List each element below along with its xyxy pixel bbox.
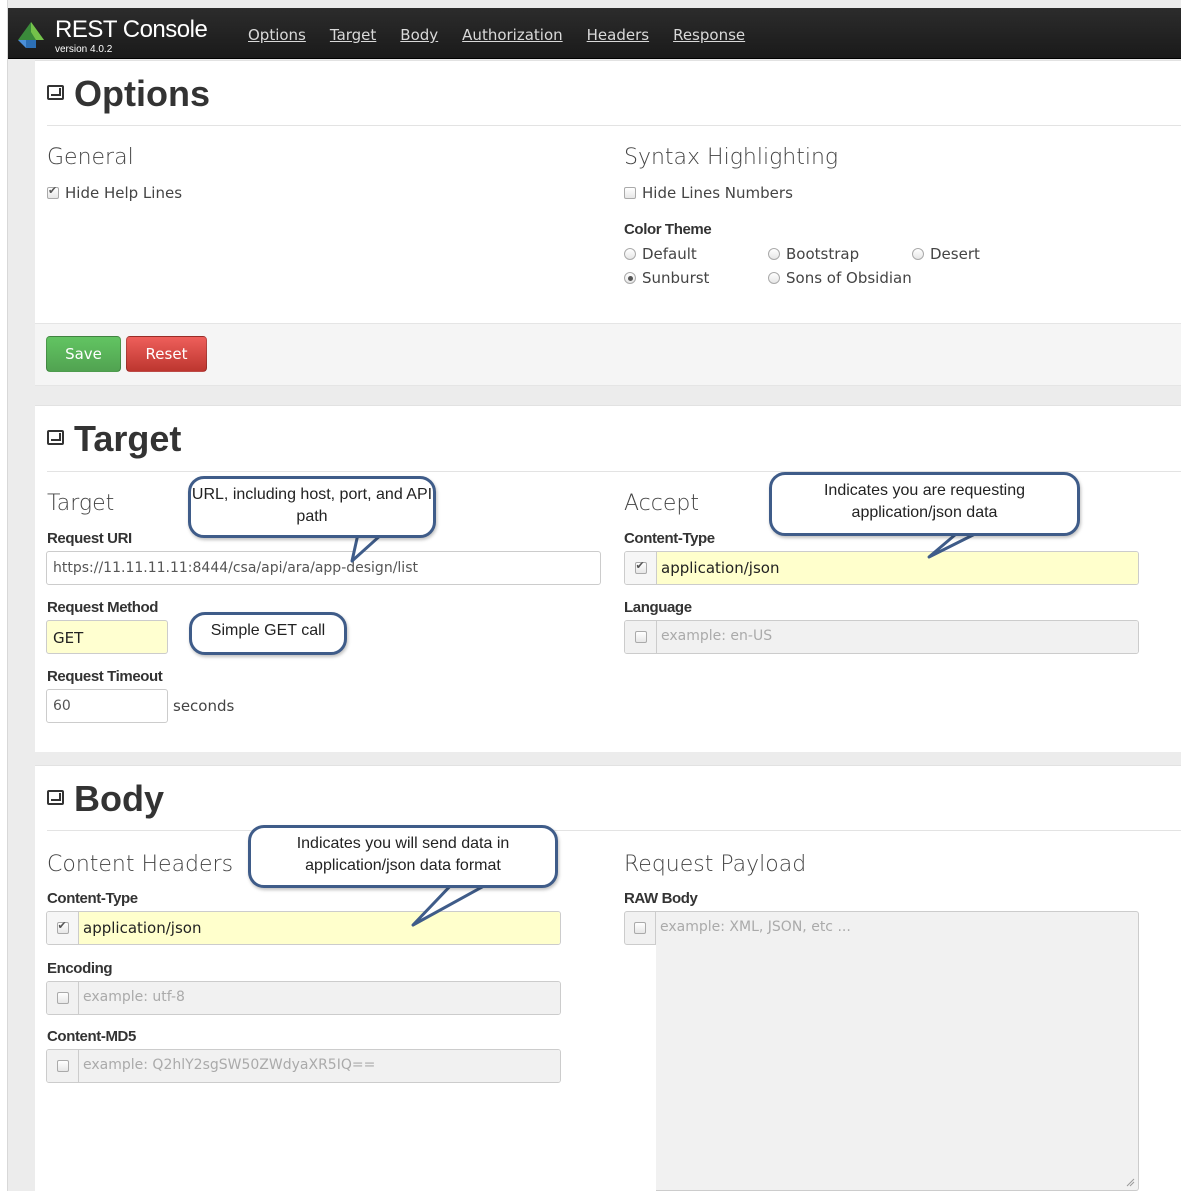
nav-link-target[interactable]: Target [330,26,376,44]
checkbox-addon[interactable] [624,911,656,945]
textarea-resize-handle-icon[interactable] [1125,1177,1135,1187]
accept-content-type-field[interactable]: application/json [624,551,1139,585]
divider [47,125,1181,126]
color-theme-label: Color Theme [624,221,712,238]
radio-label: Sons of Obsidian [786,269,912,287]
theme-radio-bootstrap[interactable]: Bootstrap [768,245,859,263]
options-heading: Options [47,73,210,115]
content-md5-input[interactable]: example: Q2hlY2sgSW50ZWdyaXR5IQ== [79,1050,560,1082]
theme-radio-default[interactable]: Default [624,245,697,263]
nav-link-body[interactable]: Body [400,26,438,44]
nav-links: Options Target Body Authorization Header… [248,26,769,44]
request-method-input[interactable]: GET [46,620,168,654]
checkbox-addon[interactable] [47,912,79,944]
language-input[interactable]: example: en-US [657,621,1138,653]
checkbox[interactable] [56,919,69,934]
raw-body-field[interactable]: example: XML, JSON, etc ... [624,911,1139,1191]
language-label: Language [624,599,692,616]
radio[interactable] [624,272,636,284]
collapse-icon[interactable] [47,789,64,805]
radio[interactable] [912,248,924,260]
accept-title: Accept [624,491,699,516]
options-title: Options [74,73,210,114]
checkbox[interactable] [634,559,647,574]
nav-link-response[interactable]: Response [673,26,745,44]
target-col-title: Target [47,491,115,516]
checkbox[interactable] [56,1060,69,1072]
radio[interactable] [624,248,636,260]
body-content-type-label: Content-Type [47,890,138,907]
seconds-label: seconds [173,697,235,715]
content-md5-field[interactable]: example: Q2hlY2sgSW50ZWdyaXR5IQ== [46,1049,561,1083]
callout-method: Simple GET call [189,612,347,655]
divider [47,830,1181,831]
rest-console-logo-icon [18,22,44,48]
options-section: Options General Hide Help Lines Syntax H… [35,60,1181,386]
callout-accept: Indicates you are requesting application… [769,472,1080,536]
hide-line-numbers-checkbox[interactable]: Hide Lines Numbers [624,184,793,202]
nav-link-authorization[interactable]: Authorization [462,26,562,44]
body-section: Body Content Headers Content-Type applic… [35,765,1181,1191]
checkbox-addon[interactable] [47,1050,79,1082]
body-heading: Body [47,778,164,820]
request-timeout-label: Request Timeout [47,668,163,685]
encoding-label: Encoding [47,960,113,977]
app-title: REST Console [55,16,208,43]
content-headers-title: Content Headers [47,852,234,877]
raw-body-label: RAW Body [624,890,698,907]
top-navbar: REST Console version 4.0.2 Options Targe… [8,8,1181,59]
save-button[interactable]: Save [46,336,121,372]
nav-link-options[interactable]: Options [248,26,306,44]
accept-content-type-label: Content-Type [624,530,715,547]
request-uri-label: Request URI [47,530,132,547]
encoding-field[interactable]: example: utf-8 [46,981,561,1015]
radio[interactable] [768,248,780,260]
syntax-highlighting-title: Syntax Highlighting [624,145,839,170]
body-title: Body [74,778,164,819]
reset-button[interactable]: Reset [126,336,207,372]
request-method-label: Request Method [47,599,159,616]
request-payload-title: Request Payload [624,852,807,877]
radio-label: Bootstrap [786,245,860,263]
theme-radio-sunburst[interactable]: Sunburst [624,269,709,287]
request-uri-input[interactable]: https://11.11.11.11:8444/csa/api/ara/app… [46,551,601,585]
checkbox-addon[interactable] [625,621,657,653]
content-md5-label: Content-MD5 [47,1028,136,1045]
accept-content-type-input[interactable]: application/json [657,552,1138,584]
checkbox-addon[interactable] [625,552,657,584]
nav-link-headers[interactable]: Headers [587,26,649,44]
theme-radio-desert[interactable]: Desert [912,245,980,263]
callout-pointer [411,879,495,927]
radio[interactable] [768,272,780,284]
hide-help-lines-checkbox[interactable]: Hide Help Lines [47,184,182,202]
checkbox[interactable] [634,922,646,934]
target-section: Target Target Request URI https://11.11.… [35,405,1181,752]
checkbox-addon[interactable] [47,982,79,1014]
general-title: General [47,145,134,170]
radio-label: Default [642,245,697,263]
checkbox[interactable] [634,631,647,643]
checkbox[interactable] [47,184,59,199]
collapse-icon[interactable] [47,429,64,445]
app-version: version 4.0.2 [55,44,113,55]
request-timeout-input[interactable]: 60 [46,689,168,723]
target-title: Target [74,418,182,459]
theme-radio-sons-of-obsidian[interactable]: Sons of Obsidian [768,269,912,287]
radio-label: Sunburst [642,269,710,287]
language-field[interactable]: example: en-US [624,620,1139,654]
collapse-icon[interactable] [47,84,64,100]
checkbox-label: Hide Help Lines [65,184,183,202]
checkbox[interactable] [56,992,69,1004]
callout-uri: URL, including host, port, and API path [188,476,436,538]
left-gutter [0,0,8,1191]
target-heading: Target [47,418,181,460]
raw-body-textarea[interactable]: example: XML, JSON, etc ... [656,911,1139,1191]
encoding-input[interactable]: example: utf-8 [79,982,560,1014]
options-actions: Save Reset [35,323,1181,386]
checkbox[interactable] [624,187,636,199]
radio-label: Desert [930,245,980,263]
checkbox-label: Hide Lines Numbers [642,184,793,202]
callout-body: Indicates you will send data in applicat… [248,825,558,888]
